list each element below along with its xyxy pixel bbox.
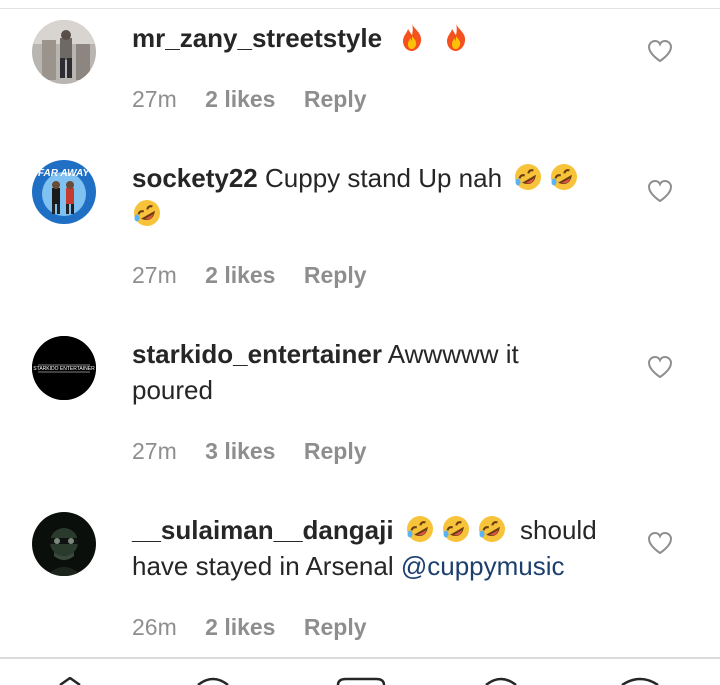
comment-text: mr_zany_streetstyle	[132, 20, 602, 56]
reply-button[interactable]: Reply	[304, 262, 367, 288]
home-icon[interactable]	[58, 677, 82, 685]
reply-button[interactable]: Reply	[304, 438, 367, 464]
avatar[interactable]: STARKIDO ENTERTAINER	[32, 336, 96, 400]
avatar[interactable]	[32, 512, 96, 576]
comment-meta: 27m 2 likes Reply	[132, 86, 389, 113]
top-divider	[0, 0, 720, 9]
rofl-emoji	[405, 514, 435, 544]
mention-link[interactable]: @cuppymusic	[401, 551, 565, 581]
reply-button[interactable]: Reply	[304, 86, 367, 112]
comment-text: sockety22 Cuppy stand Up nah	[132, 160, 602, 232]
reply-button[interactable]: Reply	[304, 614, 367, 640]
add-post-icon[interactable]	[336, 677, 386, 685]
comment-message: Awwwww it	[387, 339, 519, 369]
svg-text:FAR AWAY: FAR AWAY	[38, 168, 90, 179]
activity-icon[interactable]	[484, 677, 518, 685]
comment-text: __sulaiman__dangaji should have stayed i…	[132, 512, 602, 584]
likes-count[interactable]: 2 likes	[205, 614, 275, 640]
heart-outline-icon[interactable]	[647, 179, 673, 203]
heart-outline-icon[interactable]	[647, 39, 673, 63]
comment-time: 27m	[132, 86, 177, 112]
likes-count[interactable]: 2 likes	[205, 262, 275, 288]
heart-outline-icon[interactable]	[647, 531, 673, 555]
comment-text: starkido_entertainer Awwwww it poured	[132, 336, 602, 408]
comment-meta: 27m 3 likes Reply	[132, 438, 389, 465]
comment-message-continued: poured	[132, 375, 213, 405]
comment-meta: 27m 2 likes Reply	[132, 262, 389, 289]
rofl-emoji	[549, 162, 579, 192]
rofl-emoji	[477, 514, 507, 544]
comment-username[interactable]: mr_zany_streetstyle	[132, 23, 382, 53]
rofl-emoji	[441, 514, 471, 544]
comment-meta: 26m 2 likes Reply	[132, 614, 389, 641]
likes-count[interactable]: 2 likes	[205, 86, 275, 112]
fire-emoji	[397, 22, 427, 52]
fire-emoji	[441, 22, 471, 52]
rofl-emoji	[513, 162, 543, 192]
bottom-nav-bar	[0, 657, 720, 685]
profile-icon[interactable]	[620, 677, 660, 685]
comment-time: 27m	[132, 438, 177, 464]
comment-username[interactable]: starkido_entertainer	[132, 339, 382, 369]
comment-message-continued: have stayed in Arsenal	[132, 551, 394, 581]
rofl-emoji	[132, 198, 162, 228]
likes-count[interactable]: 3 likes	[205, 438, 275, 464]
comment-username[interactable]: __sulaiman__dangaji	[132, 515, 394, 545]
comment-message: should	[520, 515, 597, 545]
avatar[interactable]	[32, 20, 96, 84]
search-icon[interactable]	[196, 677, 230, 685]
avatar[interactable]: FAR AWAY	[32, 160, 96, 224]
comment-time: 27m	[132, 262, 177, 288]
comment-time: 26m	[132, 614, 177, 640]
comment-username[interactable]: sockety22	[132, 163, 258, 193]
heart-outline-icon[interactable]	[647, 355, 673, 379]
comment-message: Cuppy stand Up nah	[265, 163, 503, 193]
avatar-logo-text: STARKIDO ENTERTAINER	[33, 366, 95, 372]
